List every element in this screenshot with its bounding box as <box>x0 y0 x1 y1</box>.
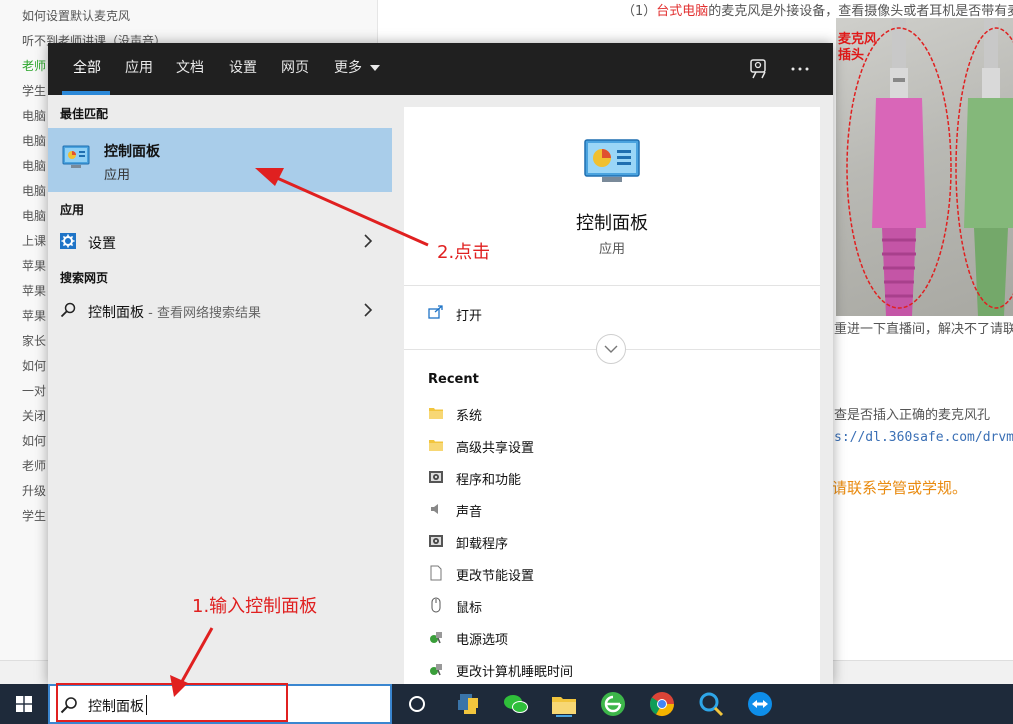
arrow-to-search-box <box>170 627 214 697</box>
annotation-arrows <box>170 168 429 697</box>
arrow-to-best-match <box>255 168 429 247</box>
